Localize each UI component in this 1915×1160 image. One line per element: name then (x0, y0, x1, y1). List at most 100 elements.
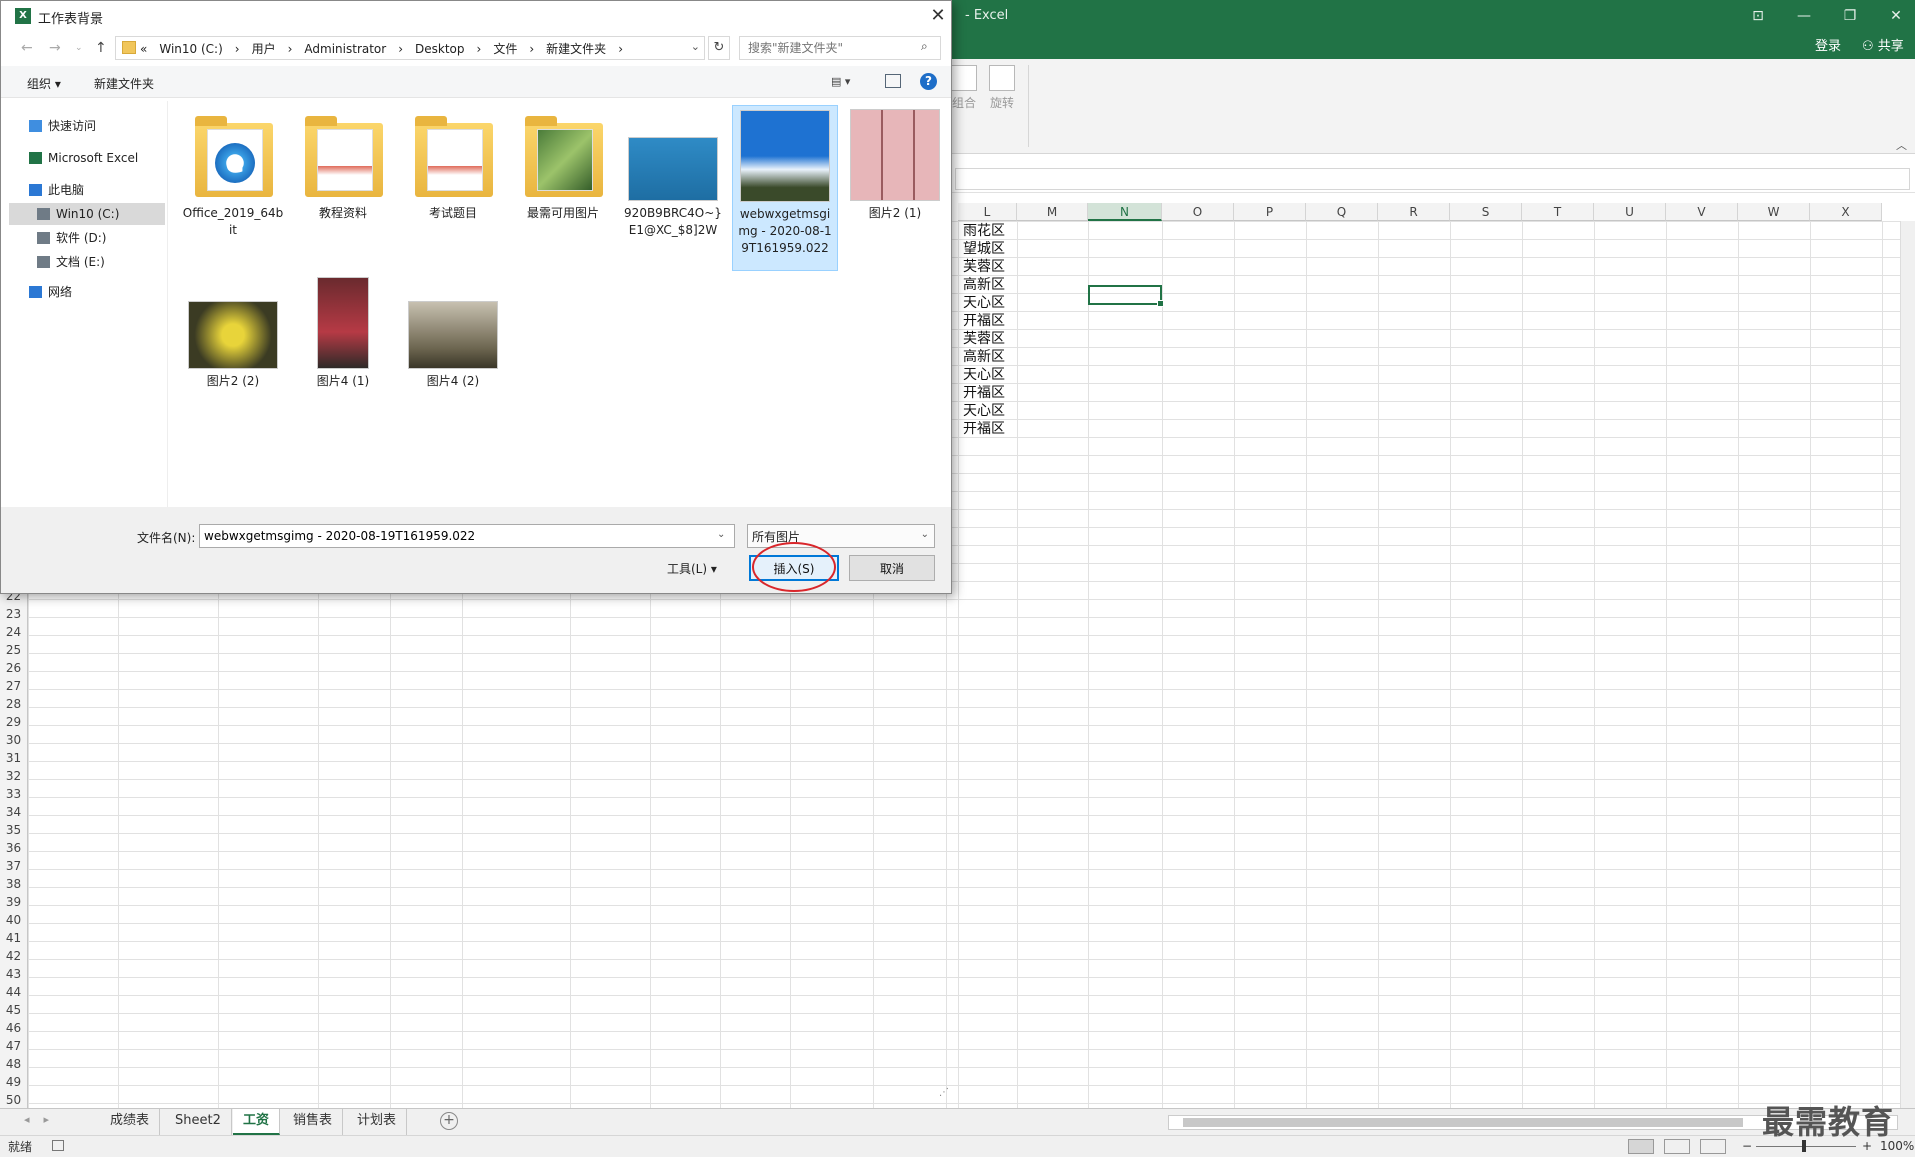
filename-input[interactable] (199, 524, 735, 548)
row-header-48[interactable]: 48 (0, 1055, 28, 1073)
file-item[interactable]: 920B9BRC4O~}E1@XC_$8]2W (620, 105, 726, 271)
dialog-close-button[interactable]: ✕ (926, 4, 950, 28)
preview-pane-icon[interactable] (885, 74, 901, 88)
back-arrow-icon[interactable]: ← (21, 40, 33, 56)
cell-L5[interactable]: 高新区 (958, 276, 1010, 294)
column-header-w[interactable]: W (1738, 203, 1810, 221)
search-input[interactable] (739, 36, 941, 60)
breadcrumb-part[interactable]: 文件 (493, 42, 517, 56)
column-header-l[interactable]: L (958, 203, 1017, 221)
minimize-button[interactable]: — (1781, 4, 1827, 28)
row-header-50[interactable]: 50 (0, 1091, 28, 1108)
login-link[interactable]: 登录 (1815, 35, 1841, 54)
row-header-24[interactable]: 24 (0, 623, 28, 641)
breadcrumb-part[interactable]: Win10 (C:) (159, 42, 222, 56)
up-arrow-icon[interactable]: ↑ (95, 40, 107, 56)
page-layout-view-icon[interactable] (1664, 1139, 1690, 1154)
refresh-button[interactable]: ↻ (708, 36, 730, 60)
row-header-49[interactable]: 49 (0, 1073, 28, 1091)
collapse-ribbon-icon[interactable]: ︿ (1896, 137, 1907, 153)
column-header-r[interactable]: R (1378, 203, 1450, 221)
nav-item-2[interactable]: 此电脑 (9, 179, 165, 201)
breadcrumb-part[interactable]: Desktop (415, 42, 465, 56)
row-header-38[interactable]: 38 (0, 875, 28, 893)
row-header-43[interactable]: 43 (0, 965, 28, 983)
row-header-23[interactable]: 23 (0, 605, 28, 623)
row-header-31[interactable]: 31 (0, 749, 28, 767)
column-header-v[interactable]: V (1666, 203, 1738, 221)
cell-L3[interactable]: 望城区 (958, 240, 1010, 258)
file-item[interactable]: webwxgetmsgimg - 2020-08-19T161959.022 (732, 105, 838, 271)
breadcrumb-part[interactable]: 新建文件夹 (546, 42, 606, 56)
row-header-27[interactable]: 27 (0, 677, 28, 695)
column-header-s[interactable]: S (1450, 203, 1522, 221)
file-item[interactable]: 图片2 (1) (842, 105, 948, 271)
file-item[interactable]: 图片4 (1) (290, 273, 396, 439)
row-header-25[interactable]: 25 (0, 641, 28, 659)
zoom-out-icon[interactable]: − (1742, 1136, 1752, 1156)
nav-item-6[interactable]: 网络 (9, 281, 165, 303)
row-header-39[interactable]: 39 (0, 893, 28, 911)
cell-L7[interactable]: 开福区 (958, 312, 1010, 330)
file-item[interactable]: 图片4 (2) (400, 273, 506, 439)
new-folder-button[interactable]: 新建文件夹 (94, 75, 154, 92)
row-header-40[interactable]: 40 (0, 911, 28, 929)
column-header-x[interactable]: X (1810, 203, 1882, 221)
breadcrumb[interactable]: « Win10 (C:) › 用户 › Administrator › Desktop › 文件 ›… (115, 36, 705, 60)
row-header-28[interactable]: 28 (0, 695, 28, 713)
restore-button[interactable]: ❐ (1827, 4, 1873, 28)
scroll-thumb[interactable] (1183, 1118, 1743, 1127)
column-header-t[interactable]: T (1522, 203, 1594, 221)
row-header-26[interactable]: 26 (0, 659, 28, 677)
nav-item-4[interactable]: 软件 (D:) (9, 227, 165, 249)
column-header-u[interactable]: U (1594, 203, 1666, 221)
cell-L6[interactable]: 天心区 (958, 294, 1010, 312)
row-header-30[interactable]: 30 (0, 731, 28, 749)
vertical-scrollbar[interactable] (1900, 221, 1915, 1108)
column-header-q[interactable]: Q (1306, 203, 1378, 221)
row-header-46[interactable]: 46 (0, 1019, 28, 1037)
help-icon[interactable]: ? (920, 73, 937, 90)
tab-成绩表[interactable]: 成绩表 (100, 1109, 161, 1135)
file-item[interactable]: 教程资料 (290, 105, 396, 271)
organize-button[interactable]: 组织 ▾ (27, 75, 61, 92)
file-item[interactable]: 图片2 (2) (180, 273, 286, 439)
cell-L8[interactable]: 芙蓉区 (958, 330, 1010, 348)
cell-L13[interactable]: 开福区 (958, 420, 1010, 438)
row-header-34[interactable]: 34 (0, 803, 28, 821)
tab-销售表[interactable]: 销售表 (283, 1109, 344, 1135)
row-header-36[interactable]: 36 (0, 839, 28, 857)
cell-L4[interactable]: 芙蓉区 (958, 258, 1010, 276)
row-header-29[interactable]: 29 (0, 713, 28, 731)
row-header-32[interactable]: 32 (0, 767, 28, 785)
cell-L12[interactable]: 天心区 (958, 402, 1010, 420)
row-header-47[interactable]: 47 (0, 1037, 28, 1055)
row-header-42[interactable]: 42 (0, 947, 28, 965)
ribbon-display-options-icon[interactable]: ⊡ (1735, 4, 1781, 28)
tab-工资[interactable]: 工资 (233, 1109, 281, 1135)
row-header-33[interactable]: 33 (0, 785, 28, 803)
recent-locations-icon[interactable]: ⌄ (75, 43, 83, 53)
row-header-45[interactable]: 45 (0, 1001, 28, 1019)
tab-计划表[interactable]: 计划表 (347, 1109, 408, 1135)
cancel-button[interactable]: 取消 (849, 555, 935, 581)
file-item[interactable]: 最需可用图片 (510, 105, 616, 271)
nav-item-1[interactable]: Microsoft Excel (9, 147, 165, 169)
nav-item-0[interactable]: 快速访问 (9, 115, 165, 137)
nav-item-3[interactable]: Win10 (C:) (9, 203, 165, 225)
row-header-44[interactable]: 44 (0, 983, 28, 1001)
chevron-down-icon[interactable]: ⌄ (691, 40, 700, 53)
change-view-icon[interactable]: ▤ ▾ (831, 75, 850, 88)
add-sheet-button[interactable]: + (440, 1112, 458, 1130)
row-header-35[interactable]: 35 (0, 821, 28, 839)
row-header-37[interactable]: 37 (0, 857, 28, 875)
rotate-button[interactable]: 旋转 (982, 65, 1022, 111)
filename-dropdown-icon[interactable]: ⌄ (717, 529, 725, 540)
page-break-view-icon[interactable] (1700, 1139, 1726, 1154)
column-header-p[interactable]: P (1234, 203, 1306, 221)
nav-item-5[interactable]: 文档 (E:) (9, 251, 165, 273)
close-window-button[interactable]: ✕ (1873, 4, 1915, 28)
breadcrumb-part[interactable]: Administrator (304, 42, 386, 56)
normal-view-icon[interactable] (1628, 1139, 1654, 1154)
forward-arrow-icon[interactable]: → (49, 40, 61, 56)
